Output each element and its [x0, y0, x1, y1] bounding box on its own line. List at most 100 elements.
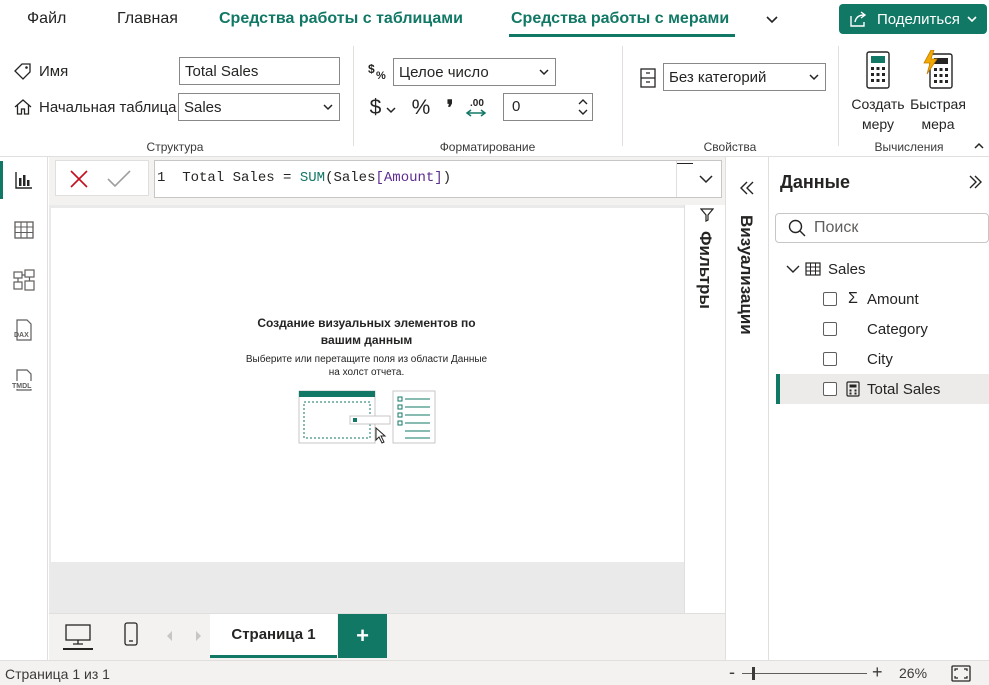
- field-checkbox[interactable]: [823, 292, 837, 306]
- page-tabs-bar: [49, 613, 725, 660]
- comma-style-button[interactable]: ❜: [438, 95, 462, 121]
- tree-field-category[interactable]: Category: [823, 314, 989, 344]
- fit-to-page-icon[interactable]: [951, 665, 971, 682]
- zoom-slider-thumb[interactable]: [752, 667, 755, 680]
- filters-label: Фильтры: [696, 231, 715, 309]
- svg-text:TMDL: TMDL: [12, 383, 32, 390]
- report-canvas[interactable]: [51, 208, 684, 562]
- share-button[interactable]: Поделиться: [839, 4, 987, 34]
- formula-actions: [55, 160, 149, 196]
- formula-input[interactable]: 1 Total Sales = SUM(Sales[Amount]): [154, 160, 722, 198]
- svg-text:$: $: [368, 62, 375, 76]
- collapse-ribbon-icon[interactable]: [973, 140, 985, 152]
- report-view-button[interactable]: [0, 157, 48, 203]
- expand-formula-button[interactable]: [676, 161, 720, 197]
- tab-table-tools[interactable]: Средства работы с таблицами: [219, 10, 463, 28]
- name-label: Имя: [13, 62, 68, 80]
- add-page-button[interactable]: +: [338, 614, 387, 658]
- mobile-layout-icon[interactable]: [124, 622, 138, 646]
- format-select[interactable]: Целое число: [393, 58, 556, 86]
- data-search-input[interactable]: Поиск: [775, 213, 989, 243]
- tmdl-view-button[interactable]: TMDL: [0, 357, 48, 403]
- data-category-select[interactable]: Без категорий: [663, 63, 826, 91]
- decimal-places-input[interactable]: 0: [503, 93, 593, 121]
- table-view-icon: [14, 221, 34, 239]
- home-table-select[interactable]: Sales: [178, 93, 340, 121]
- field-icon-placeholder: [845, 351, 861, 367]
- currency-button[interactable]: $: [366, 95, 400, 121]
- scroll-right-icon[interactable]: [194, 630, 202, 642]
- dax-query-view-button[interactable]: DAX: [0, 307, 48, 353]
- chevron-down-icon: [539, 69, 549, 76]
- sigma-icon: Σ: [848, 290, 858, 307]
- data-pane-title: Данные: [780, 172, 850, 192]
- model-view-button[interactable]: [0, 257, 48, 303]
- filters-pane[interactable]: Фильтры: [684, 205, 726, 613]
- field-name: Category: [867, 320, 928, 338]
- tree-table-sales[interactable]: Sales: [786, 254, 986, 284]
- table-icon: [805, 262, 821, 276]
- name-input[interactable]: [179, 57, 340, 85]
- format-value: Целое число: [399, 63, 489, 81]
- svg-text:%: %: [376, 70, 386, 82]
- group-label-calculations: Вычисления: [874, 140, 944, 154]
- decimal-places-icon[interactable]: .00: [465, 96, 489, 120]
- percent-button[interactable]: %: [408, 95, 434, 121]
- spinner-arrows-icon[interactable]: [578, 96, 588, 118]
- tab-measure-tools[interactable]: Средства работы с мерами: [511, 10, 729, 28]
- tab-file[interactable]: Файл: [27, 10, 66, 28]
- divider: [677, 163, 693, 164]
- formula-column: [Amount]: [375, 170, 443, 186]
- calculator-icon: [866, 51, 890, 89]
- cancel-formula-icon[interactable]: [69, 169, 89, 189]
- zoom-out-button[interactable]: -: [729, 662, 735, 683]
- quick-measure-button[interactable]: Быстрая мера: [908, 50, 968, 134]
- zoom-slider[interactable]: [742, 673, 867, 674]
- share-icon: [850, 11, 867, 27]
- hint-subtitle-post: на холст отчета.: [328, 367, 405, 378]
- field-icon-placeholder: [845, 321, 861, 337]
- table-view-button[interactable]: [0, 207, 48, 253]
- report-view-icon: [15, 172, 32, 189]
- chevron-down-icon: [699, 175, 713, 184]
- scroll-left-icon[interactable]: [166, 630, 174, 642]
- view-switcher: DAX TMDL: [0, 157, 48, 660]
- share-label: Поделиться: [877, 10, 960, 28]
- group-label-structure: Структура: [146, 140, 204, 154]
- tree-field-city[interactable]: City: [823, 344, 989, 374]
- collapse-right-icon[interactable]: [967, 174, 983, 190]
- field-checkbox[interactable]: [823, 352, 837, 366]
- tree-field-amount[interactable]: Σ Amount: [823, 284, 989, 314]
- tree-table-name: Sales: [828, 260, 866, 278]
- tree-field-total-sales[interactable]: Total Sales: [776, 374, 989, 404]
- visualizations-label: Визуализации: [737, 215, 756, 335]
- chevron-down-icon[interactable]: [764, 11, 780, 27]
- formula-line-number: 1: [157, 170, 166, 186]
- field-name: City: [867, 350, 893, 368]
- chevron-down-icon[interactable]: [786, 264, 800, 274]
- desktop-layout-icon[interactable]: [65, 624, 91, 646]
- quick-measure-label-2: мера: [921, 116, 955, 132]
- ribbon-tabs: Файл Главная Средства работы с таблицами…: [0, 0, 989, 40]
- data-category-icon: [640, 68, 656, 88]
- tab-home[interactable]: Главная: [117, 10, 178, 28]
- new-measure-button[interactable]: Создать меру: [848, 50, 908, 134]
- dax-icon: DAX: [14, 319, 32, 341]
- field-checkbox[interactable]: [823, 322, 837, 336]
- hint-title: Создание визуальных элементов по вашим д…: [257, 316, 476, 347]
- formula-close-paren: ): [442, 170, 452, 186]
- commit-formula-icon[interactable]: [106, 169, 132, 189]
- home-icon: [14, 99, 32, 115]
- data-category-value: Без категорий: [669, 68, 767, 86]
- selection-indicator: [776, 374, 780, 404]
- active-tab-indicator: [509, 34, 735, 37]
- field-name: Amount: [867, 290, 919, 308]
- page-tab-1[interactable]: Страница 1: [210, 614, 337, 658]
- tmdl-icon: TMDL: [12, 369, 36, 391]
- visualizations-pane[interactable]: Визуализации: [725, 157, 768, 660]
- expand-left-icon[interactable]: [738, 179, 756, 197]
- zoom-in-button[interactable]: +: [872, 662, 883, 683]
- field-checkbox[interactable]: [823, 382, 837, 396]
- quick-measure-label-1: Быстрая: [910, 96, 966, 112]
- empty-canvas-hint: Создание визуальных элементов по вашим д…: [241, 315, 492, 380]
